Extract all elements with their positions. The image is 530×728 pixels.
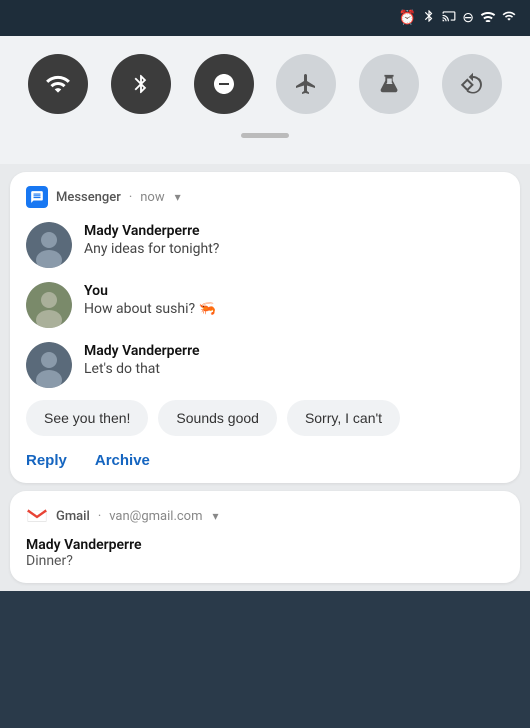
dnd-toggle[interactable] — [194, 54, 254, 114]
quick-settings-buttons — [28, 54, 502, 114]
flashlight-toggle[interactable] — [359, 54, 419, 114]
avatar-mady-2 — [26, 342, 72, 388]
reply-button[interactable]: Reply — [26, 452, 67, 469]
messenger-app-name: Messenger — [56, 190, 121, 205]
message-row-1: Mady Vanderperre Any ideas for tonight? — [26, 222, 504, 268]
messenger-notif-header: Messenger · now ▾ — [26, 186, 504, 208]
signal-icon — [502, 9, 516, 27]
sender-name-2: You — [84, 282, 216, 300]
message-row-3: Mady Vanderperre Let's do that — [26, 342, 504, 388]
messenger-actions: Reply Archive — [26, 452, 504, 469]
bluetooth-status-icon — [422, 9, 436, 27]
alarm-icon: ⏰ — [399, 10, 416, 26]
messenger-notif-time: · — [129, 190, 132, 205]
gmail-separator: · — [98, 509, 101, 524]
quick-reply-sounds-good[interactable]: Sounds good — [158, 400, 277, 436]
gmail-account: van@gmail.com — [109, 509, 202, 524]
gmail-sender: Mady Vanderperre — [26, 537, 504, 553]
handle-bar — [241, 133, 289, 138]
gmail-app-icon — [26, 505, 48, 527]
message-text-3: Let's do that — [84, 360, 200, 378]
messenger-notif-timestamp: now — [140, 190, 164, 205]
message-content-2: You How about sushi? 🦐 — [84, 282, 216, 318]
quick-replies: See you then! Sounds good Sorry, I can't — [26, 400, 504, 436]
sender-name-3: Mady Vanderperre — [84, 342, 200, 360]
cast-icon — [442, 9, 456, 27]
quick-settings-panel — [0, 36, 530, 164]
messenger-notification: Messenger · now ▾ Mady Vanderperre Any i… — [10, 172, 520, 483]
gmail-app-name: Gmail — [56, 509, 90, 524]
rotate-toggle[interactable] — [442, 54, 502, 114]
gmail-expand-icon[interactable]: ▾ — [213, 509, 219, 523]
panel-handle — [28, 128, 502, 142]
gmail-notification: Gmail · van@gmail.com ▾ Mady Vanderperre… — [10, 491, 520, 583]
messenger-app-icon — [26, 186, 48, 208]
message-content-1: Mady Vanderperre Any ideas for tonight? — [84, 222, 219, 258]
message-text-2: How about sushi? 🦐 — [84, 300, 216, 318]
quick-reply-sorry[interactable]: Sorry, I can't — [287, 400, 400, 436]
sender-name-1: Mady Vanderperre — [84, 222, 219, 240]
message-row-2: You How about sushi? 🦐 — [26, 282, 504, 328]
gmail-subject: Dinner? — [26, 553, 504, 569]
status-bar: ⏰ ⊖ — [0, 0, 530, 36]
wifi-status-icon — [480, 10, 496, 26]
dnd-status-icon: ⊖ — [462, 10, 474, 26]
wifi-toggle[interactable] — [28, 54, 88, 114]
quick-reply-see-you[interactable]: See you then! — [26, 400, 148, 436]
expand-icon[interactable]: ▾ — [175, 190, 181, 204]
avatar-mady-1 — [26, 222, 72, 268]
message-text-1: Any ideas for tonight? — [84, 240, 219, 258]
gmail-notif-header: Gmail · van@gmail.com ▾ — [26, 505, 504, 527]
archive-button[interactable]: Archive — [95, 452, 150, 469]
bluetooth-toggle[interactable] — [111, 54, 171, 114]
avatar-you — [26, 282, 72, 328]
notifications-area: Messenger · now ▾ Mady Vanderperre Any i… — [0, 164, 530, 591]
airplane-toggle[interactable] — [276, 54, 336, 114]
message-content-3: Mady Vanderperre Let's do that — [84, 342, 200, 378]
